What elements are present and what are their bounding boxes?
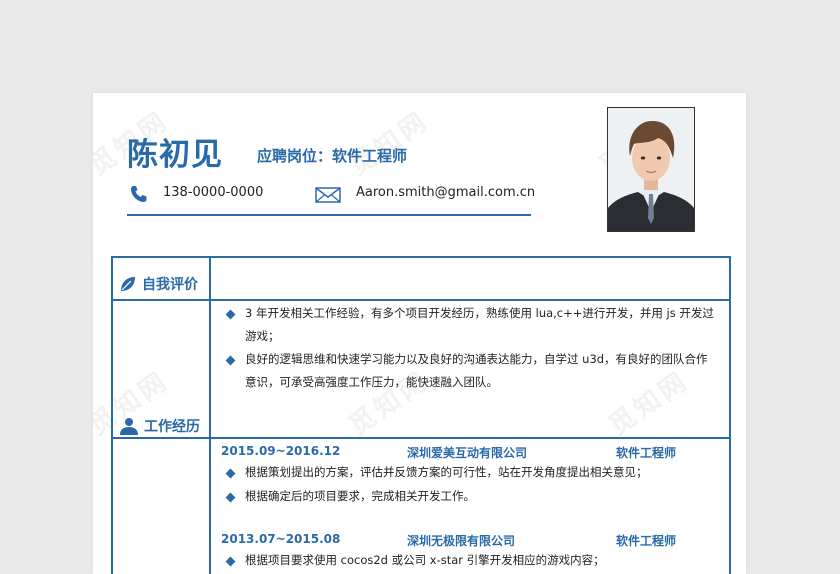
job-company: 深圳无极限有限公司 (407, 534, 516, 548)
bullet (225, 556, 236, 567)
profile-photo (607, 107, 695, 232)
self-eval-item-line: 良好的逻辑思维和快速学习能力以及良好的沟通表达能力，自学过 u3d，有良好的团队… (245, 352, 708, 366)
self-eval-item-line: 3 年开发相关工作经验，有多个项目开发经历，熟练使用 lua,c++进行开发，并… (245, 306, 714, 320)
job-duty: 根据策划提出的方案，评估并反馈方案的可行性，站在开发角度提出相关意见； (245, 465, 648, 479)
bullet (225, 309, 236, 320)
candidate-name: 陈初见 (127, 137, 223, 173)
phone-icon (131, 186, 147, 202)
person-icon (120, 418, 138, 435)
job-duty: 根据项目要求使用 cocos2d 或公司 x-star 引擎开发相应的游戏内容； (245, 553, 605, 567)
leaf-icon (121, 277, 135, 291)
mail-icon (315, 187, 341, 203)
job-position: 软件工程师 (616, 446, 677, 460)
job-duty: 根据确定后的项目要求，完成相关开发工作。 (245, 489, 475, 503)
section-work-title: 工作经历 (119, 416, 200, 436)
bullet (225, 355, 236, 366)
row-divider (113, 437, 729, 439)
job-company: 深圳爱美互动有限公司 (407, 446, 528, 460)
bullet (225, 468, 236, 479)
email-address: Aaron.smith@gmail.com.cn (356, 185, 536, 200)
section-label: 自我评价 (142, 277, 198, 293)
column-divider (209, 258, 211, 574)
phone-number: 138-0000-0000 (163, 185, 264, 200)
job-title: 应聘岗位：软件工程师 (257, 147, 408, 165)
self-eval-item-line: 意识，可承受高强度工作压力，能快速融入团队。 (245, 375, 498, 389)
bullet (225, 492, 236, 503)
job-period: 2013.07~2015.08 (221, 532, 341, 546)
job-period: 2015.09~2016.12 (221, 444, 341, 458)
resume-table: 自我评价 工作经历 3 年开发相关工作经验，有多个项目开发经历，熟练使用 lua… (111, 256, 731, 574)
row-divider (113, 299, 729, 301)
section-label: 工作经历 (144, 419, 200, 435)
self-eval-item-line: 游戏； (245, 329, 280, 343)
job-position: 软件工程师 (616, 534, 677, 548)
contact-divider (127, 214, 531, 216)
section-self-evaluation-title: 自我评价 (119, 274, 198, 294)
resume-page: 觅知网 觅知网 觅知网 觅知网 觅知网 觅知网 陈初见 应聘岗位：软件工程师 1… (93, 93, 746, 574)
watermark: 觅知网 (343, 105, 435, 182)
